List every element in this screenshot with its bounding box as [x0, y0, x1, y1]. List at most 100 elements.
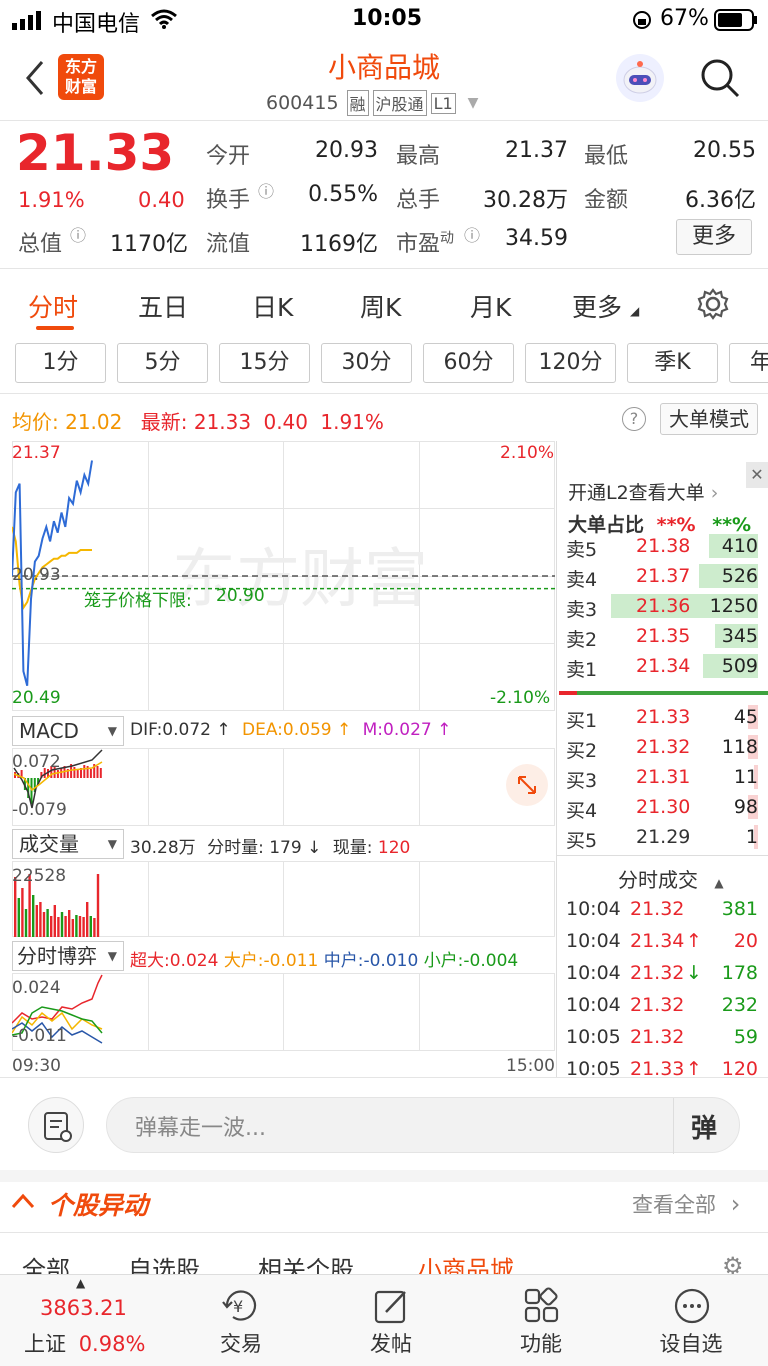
tag-connect: 沪股通 — [372, 90, 427, 116]
bid-row[interactable]: 买1 21.33 45 — [566, 702, 762, 732]
tab-week-k[interactable]: 周K — [360, 288, 401, 324]
trades-title[interactable]: 分时成交 ▲ — [618, 864, 724, 893]
help-icon[interactable]: ? — [622, 407, 646, 431]
trade-time: 10:04 — [566, 930, 621, 952]
high-value: 21.37 — [505, 138, 568, 163]
period-season-k[interactable]: 季K — [627, 343, 718, 383]
turnover-value: 0.55% — [308, 182, 378, 207]
bid-row[interactable]: 买4 21.30 98 — [566, 792, 762, 822]
bid-row[interactable]: 买5 21.29 1 — [566, 822, 762, 852]
tab-more[interactable]: 更多 — [572, 288, 622, 324]
intraday-price-chart[interactable]: 东方财富 — [12, 441, 555, 711]
more-button[interactable]: 更多 — [676, 219, 752, 255]
view-all-link[interactable]: 查看全部 › — [632, 1189, 740, 1219]
expand-icon[interactable] — [506, 764, 548, 806]
nav-post[interactable]: 发帖 — [326, 1328, 456, 1358]
trade-icon[interactable]: ¥ — [219, 1286, 263, 1330]
nav-trade[interactable]: 交易 — [176, 1328, 306, 1358]
latest-label: 最新: — [140, 410, 188, 434]
tab-five-day[interactable]: 五日 — [138, 288, 188, 324]
volume-value: 30.28万 — [483, 188, 568, 213]
nav-add-watchlist[interactable]: 设自选 — [626, 1328, 756, 1358]
tab-fenshi[interactable]: 分时 — [28, 288, 78, 324]
macd-selector[interactable]: MACD ▼ — [12, 716, 124, 746]
signal-icon — [12, 10, 44, 36]
period-15min[interactable]: 15分 — [219, 343, 310, 383]
trade-volume: 232 — [721, 994, 758, 1016]
latest-change: 0.40 — [263, 410, 308, 434]
volume-bar — [57, 917, 60, 937]
danmu-settings-icon[interactable] — [28, 1097, 84, 1153]
volume-top-label: 22528 — [12, 866, 67, 886]
danmu-button[interactable]: 弹 — [691, 1108, 717, 1145]
trade-row: 10:04 21.32 381 — [566, 894, 762, 924]
bid-price: 21.30 — [636, 796, 691, 818]
volume-label: 成交量 — [19, 832, 79, 856]
game-mid: 中户:-0.010 — [323, 951, 419, 971]
info-icon[interactable]: ⓘ — [464, 222, 480, 246]
close-icon[interactable]: ✕ — [746, 462, 768, 488]
caret-up-icon: ▲ — [714, 876, 724, 890]
pct-high-label: 2.10% — [500, 443, 555, 463]
divider — [673, 1098, 674, 1154]
bid-row[interactable]: 买3 21.31 11 — [566, 762, 762, 792]
ask-label: 卖4 — [566, 569, 598, 591]
ask-row[interactable]: 卖2 21.35 345 — [566, 621, 762, 651]
period-5min[interactable]: 5分 — [117, 343, 208, 383]
ask-row[interactable]: 卖4 21.37 526 — [566, 561, 762, 591]
chevron-down-icon: ▼ — [107, 949, 117, 963]
volume-total: 30.28万 — [130, 838, 196, 858]
ask-price: 21.36 — [636, 595, 691, 617]
gear-icon[interactable] — [696, 287, 730, 325]
bid-volume: 98 — [733, 796, 758, 818]
search-icon[interactable] — [700, 58, 740, 102]
macd-top-label: 0.072 — [12, 752, 61, 772]
stock-header: 东方财富 小商品城 600415 融 沪股通 L1 ▼ — [0, 40, 768, 120]
game-selector[interactable]: 分时博弈 ▼ — [12, 941, 124, 971]
more-dots-icon[interactable] — [672, 1286, 712, 1330]
amount-label: 金额 — [584, 188, 629, 213]
chevron-down-icon[interactable]: ▼ — [468, 95, 479, 111]
turnover-label: 换手 — [206, 188, 251, 213]
chevron-up-icon[interactable] — [10, 1190, 36, 1216]
period-30min[interactable]: 30分 — [321, 343, 412, 383]
post-icon[interactable] — [372, 1286, 412, 1330]
period-60min[interactable]: 60分 — [423, 343, 514, 383]
function-icon[interactable] — [522, 1286, 562, 1330]
game-super: 超大:0.024 — [130, 951, 219, 971]
ask-row[interactable]: 卖3 21.36 1250 — [566, 591, 762, 621]
period-120min[interactable]: 120分 — [525, 343, 616, 383]
chevron-down-icon: ▼ — [107, 724, 117, 738]
tab-day-k[interactable]: 日K — [252, 288, 293, 324]
ask-row[interactable]: 卖1 21.34 509 — [566, 651, 762, 681]
bid-row[interactable]: 买2 21.32 118 — [566, 732, 762, 762]
info-icon[interactable]: ⓘ — [70, 222, 86, 246]
trade-price: 21.32 — [630, 994, 685, 1016]
bid-volume: 11 — [733, 766, 758, 788]
index-line[interactable]: 上证 0.98% — [24, 1328, 145, 1358]
macd-grid — [12, 748, 555, 826]
period-year-k[interactable]: 年 — [729, 343, 768, 383]
bid-label: 买1 — [566, 710, 598, 732]
robot-assistant-icon[interactable] — [616, 54, 664, 102]
ask-price: 21.38 — [636, 535, 691, 557]
nav-function[interactable]: 功能 — [476, 1328, 606, 1358]
index-pct: 0.98% — [78, 1332, 146, 1356]
index-name: 上证 — [24, 1332, 66, 1356]
index-value[interactable]: 3863.21 — [40, 1296, 127, 1320]
tab-month-k[interactable]: 月K — [470, 288, 511, 324]
info-icon[interactable]: ⓘ — [258, 178, 274, 202]
l2-promo[interactable]: 开通L2查看大单 › — [568, 478, 718, 505]
danmu-input[interactable]: 弹幕走一波... 弹 — [106, 1097, 740, 1154]
bid-label: 买3 — [566, 770, 598, 792]
game-grid — [12, 973, 555, 1051]
volume-selector[interactable]: 成交量 ▼ — [12, 829, 124, 859]
big-order-mode-button[interactable]: 大单模式 — [660, 403, 758, 435]
volume-bar — [78, 916, 82, 937]
ask-row[interactable]: 卖5 21.38 410 — [566, 531, 762, 561]
period-1min[interactable]: 1分 — [15, 343, 106, 383]
fen-volume-value: 179 ↓ — [269, 838, 322, 858]
pe-value: 34.59 — [505, 226, 568, 251]
macd-bar — [76, 770, 79, 778]
pe-label: 市盈动 — [396, 226, 454, 258]
